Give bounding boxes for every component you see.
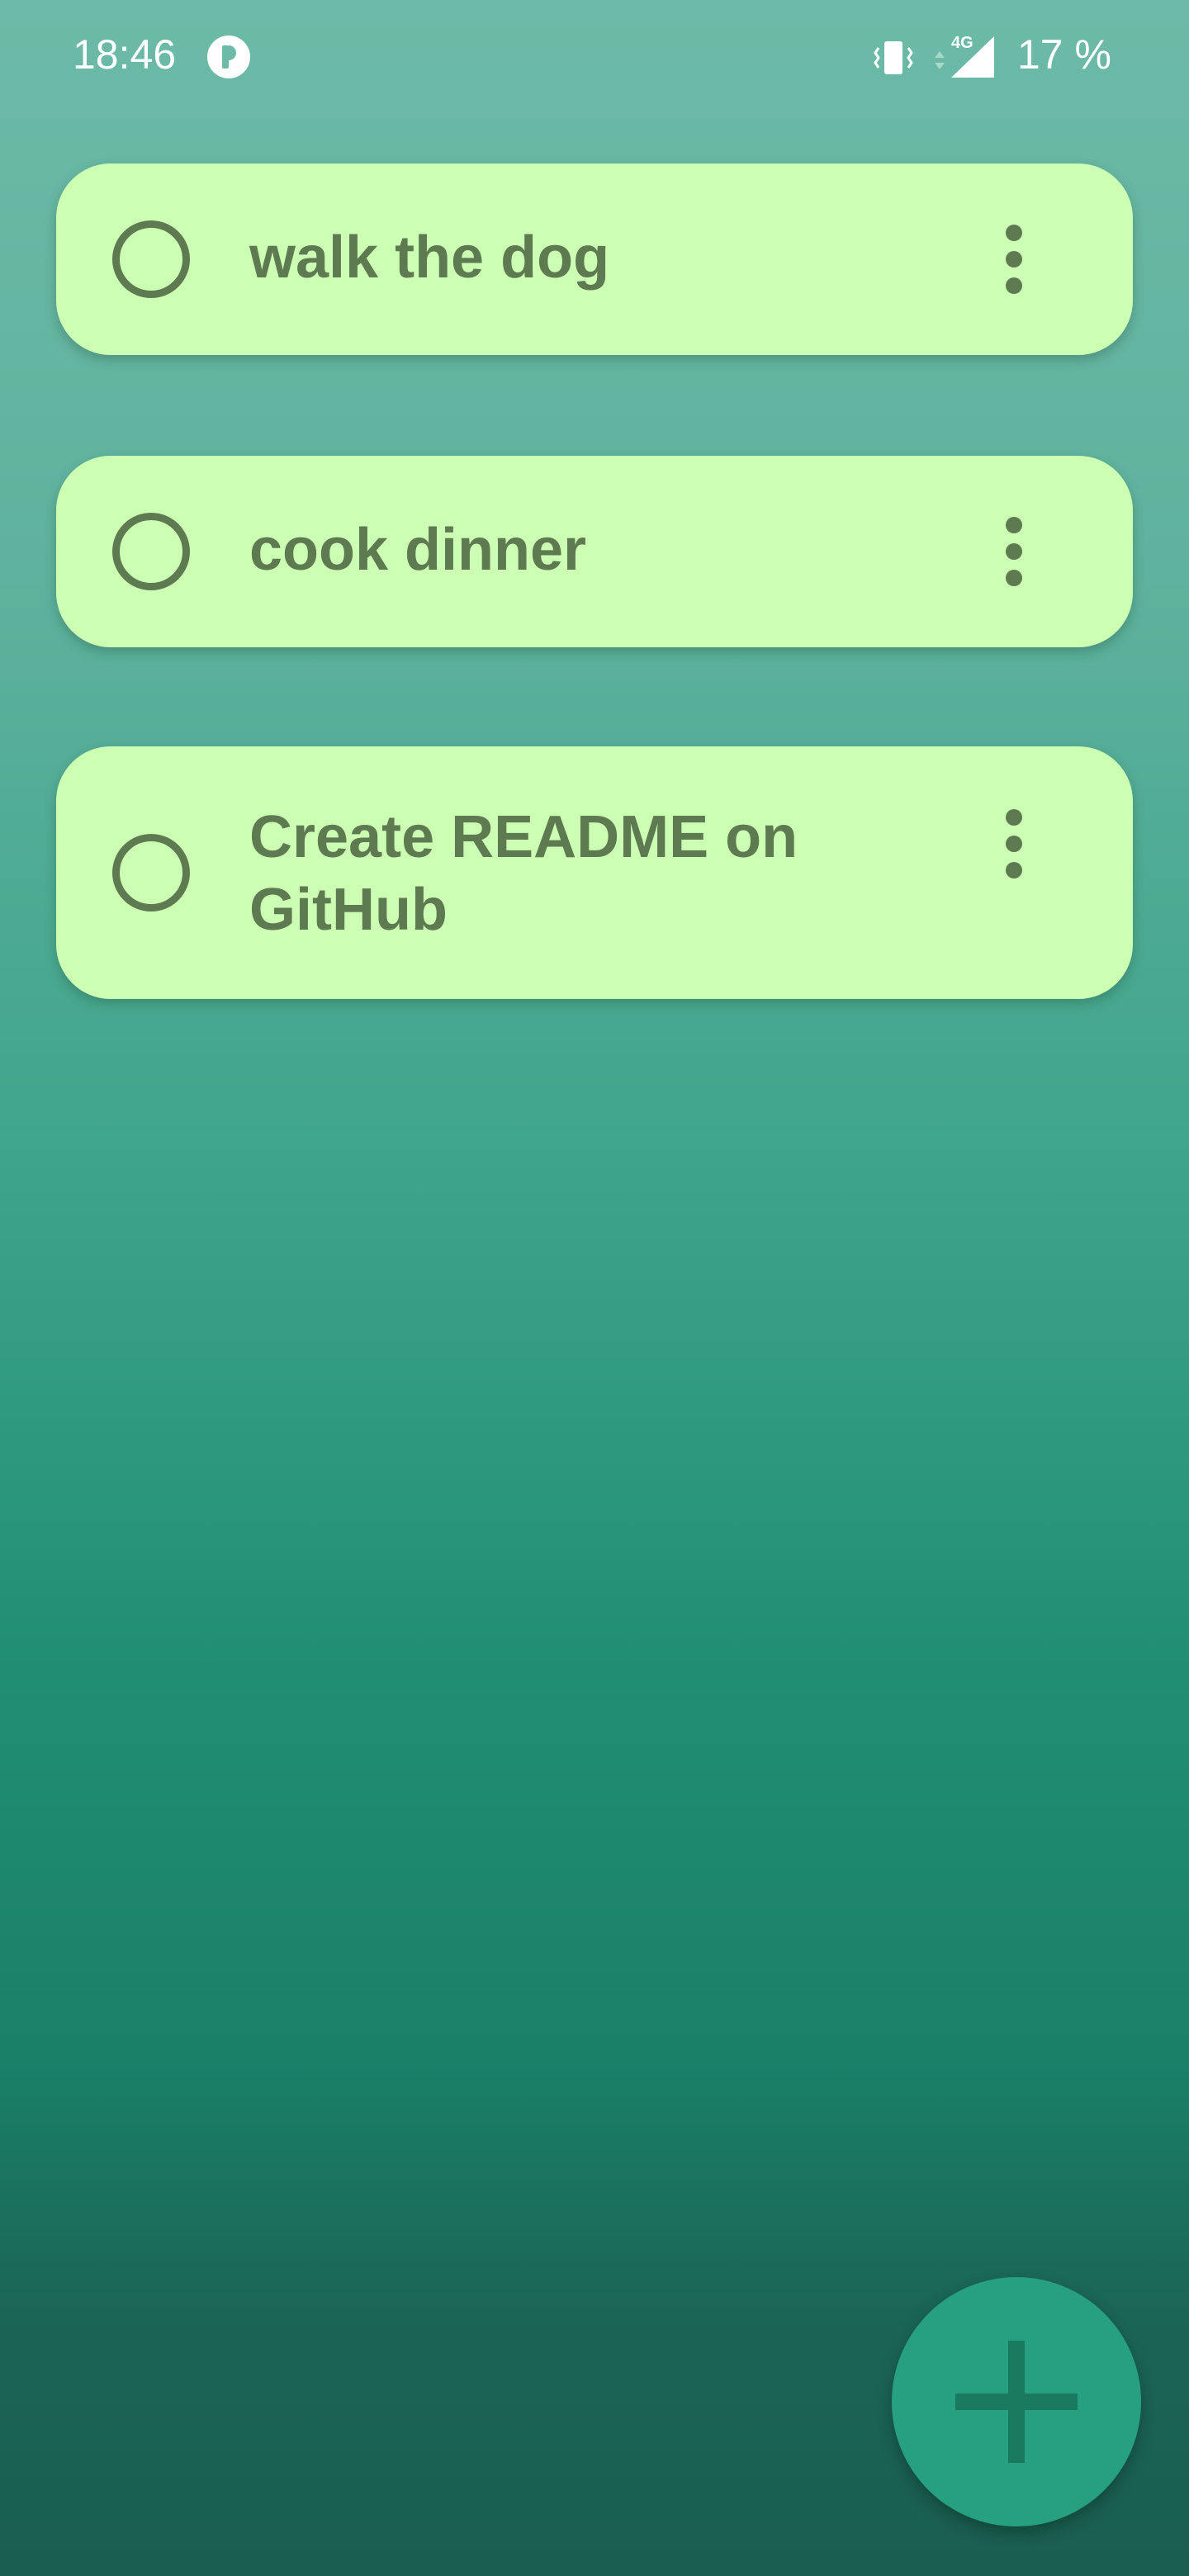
more-options-icon[interactable]	[989, 512, 1039, 591]
network-type-label: 4G	[951, 34, 973, 52]
task-checkbox[interactable]	[112, 513, 190, 590]
task-card[interactable]: walk the dog	[56, 163, 1133, 355]
task-title: cook dinner	[249, 517, 587, 583]
task-title: Create README on GitHub	[249, 804, 798, 943]
task-checkbox[interactable]	[112, 834, 190, 912]
app-notification-icon	[206, 35, 251, 79]
add-task-button[interactable]	[892, 2277, 1141, 2526]
task-card[interactable]: Create README on GitHub	[56, 746, 1133, 999]
task-title: walk the dog	[249, 225, 610, 291]
plus-icon	[950, 2336, 1082, 2468]
more-options-icon[interactable]	[989, 804, 1039, 883]
signal-icon: 4G	[931, 33, 996, 79]
battery-percentage: 17 %	[1017, 31, 1111, 78]
task-card[interactable]: cook dinner	[56, 456, 1133, 647]
vibrate-icon	[872, 36, 915, 79]
status-time: 18:46	[73, 31, 177, 78]
status-bar: 18:46 4G 17 %	[0, 0, 1189, 116]
more-options-icon[interactable]	[989, 220, 1039, 299]
task-checkbox[interactable]	[112, 220, 190, 298]
